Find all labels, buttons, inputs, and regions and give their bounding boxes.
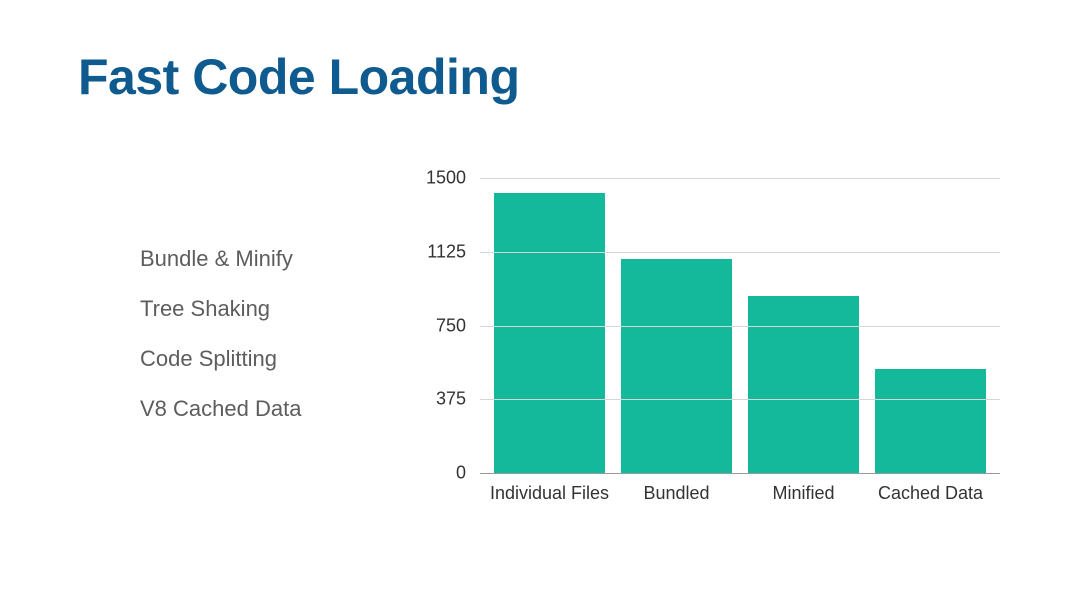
chart-gridline	[480, 178, 1000, 179]
chart-x-label: Minified	[772, 483, 834, 504]
chart-x-label: Cached Data	[878, 483, 983, 504]
page-title: Fast Code Loading	[78, 48, 520, 106]
chart-y-tick: 750	[436, 315, 466, 336]
chart-x-label: Individual Files	[490, 483, 609, 504]
chart-y-tick: 1125	[427, 241, 466, 262]
chart-x-label: Bundled	[643, 483, 709, 504]
chart-gridline	[480, 473, 1000, 474]
bullet-list: Bundle & Minify Tree Shaking Code Splitt…	[140, 248, 301, 448]
chart-plot-area: Individual FilesBundledMinifiedCached Da…	[480, 178, 1000, 473]
list-item: V8 Cached Data	[140, 398, 301, 420]
chart-bar	[875, 369, 987, 473]
chart-bar	[494, 193, 606, 473]
list-item: Tree Shaking	[140, 298, 301, 320]
chart-y-tick: 0	[456, 463, 466, 484]
chart-bar	[621, 259, 733, 473]
chart-gridline	[480, 252, 1000, 253]
bar-chart: Individual Files Bundled Minified Cached Da…	[410, 178, 1000, 508]
chart-y-tick: 1500	[426, 168, 466, 189]
chart-y-tick: 375	[436, 389, 466, 410]
chart-bar	[748, 296, 860, 473]
slide: Fast Code Loading Bundle & Minify Tree S…	[0, 0, 1080, 608]
list-item: Bundle & Minify	[140, 248, 301, 270]
chart-gridline	[480, 399, 1000, 400]
list-item: Code Splitting	[140, 348, 301, 370]
chart-gridline	[480, 326, 1000, 327]
